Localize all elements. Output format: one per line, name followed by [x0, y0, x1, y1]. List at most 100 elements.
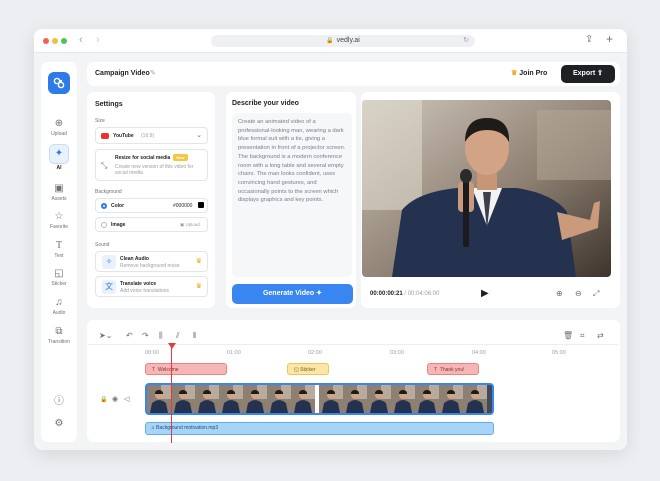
clean-audio-option[interactable]: ✧ Clean Audio Remove background noise ♛: [95, 251, 208, 272]
magic-wand-icon: ✦: [316, 290, 323, 297]
chevron-down-icon: ⌄: [196, 132, 202, 139]
crown-icon: ♛: [195, 283, 202, 290]
sidebar-item-sticker[interactable]: ◱ Sticker: [44, 268, 74, 287]
upload-icon: ⊕: [54, 118, 64, 129]
upload-image-link[interactable]: ▣ Upload: [180, 222, 200, 228]
image-icon: ▣: [180, 222, 185, 227]
image-icon: ▣: [54, 183, 64, 194]
resize-title-text: Resize for social media: [115, 155, 171, 161]
color-radio[interactable]: [101, 203, 107, 209]
reload-icon[interactable]: ↻: [463, 35, 469, 47]
translate-voice-option[interactable]: 文 Translate voice Add voice translations…: [95, 276, 208, 297]
info-icon: ⓘ: [54, 396, 64, 407]
back-arrow-icon[interactable]: ‹: [79, 34, 83, 46]
select-tool-icon[interactable]: ➤⌄: [99, 331, 112, 340]
split-icon[interactable]: ⫼: [159, 331, 163, 341]
align-icon[interactable]: ⦀: [193, 331, 197, 341]
sidebar-item-assets[interactable]: ▣ Assets: [44, 183, 74, 202]
time-separator: /: [404, 291, 407, 297]
size-select[interactable]: YouTube (16:9) ⌄: [95, 127, 208, 144]
text-clip-welcome[interactable]: T Welcome: [145, 363, 227, 375]
color-label: Color: [111, 203, 125, 209]
audio-file-name: Background motivation.mp3: [156, 425, 219, 431]
video-preview[interactable]: [362, 100, 611, 277]
redo-icon[interactable]: ↷: [142, 331, 149, 340]
playhead-line[interactable]: [171, 345, 172, 443]
magic-wand-icon: ✦: [49, 144, 69, 164]
crown-icon: ♛: [511, 70, 518, 77]
lock-icon[interactable]: 🔒: [100, 396, 107, 403]
undo-icon[interactable]: ↶: [126, 331, 133, 340]
resize-description: Create new version of this video for soc…: [115, 164, 194, 176]
video-description-textarea[interactable]: Create an animated video of a profession…: [232, 113, 352, 277]
sidebar-item-text[interactable]: T Text: [44, 240, 74, 259]
join-pro-label: Join Pro: [519, 70, 548, 77]
crop-icon[interactable]: ⌗: [580, 331, 585, 341]
close-window-button[interactable]: [43, 38, 49, 44]
sticker-clip[interactable]: ◱ Sticker: [287, 363, 329, 375]
sticker-icon: ◱: [294, 367, 299, 373]
eye-icon[interactable]: ◉: [112, 395, 118, 403]
editor-header: Campaign Video ✎ ♛ Join Pro Export ⇪: [87, 62, 620, 86]
sidebar-item-label: Sticker: [51, 281, 67, 287]
color-hex-value[interactable]: #000000: [173, 203, 192, 209]
playhead-handle[interactable]: [168, 343, 176, 349]
text-icon: T: [55, 240, 63, 251]
clip-label: Sticker: [300, 367, 316, 373]
tool-sidebar: ⊕ Upload ✦ AI ▣ Assets ☆ Favorite T Text…: [41, 62, 77, 442]
translate-voice-description: Add voice translations: [120, 288, 169, 294]
translate-icon: 文: [102, 280, 116, 294]
minimize-window-button[interactable]: [52, 38, 58, 44]
color-swatch[interactable]: [198, 202, 204, 208]
resize-social-card[interactable]: ⤡ Resize for social media New Create new …: [95, 149, 208, 181]
ruler-tick: 01:00: [227, 350, 241, 356]
join-pro-button[interactable]: ♛ Join Pro: [511, 69, 547, 77]
clean-audio-description: Remove background noise: [120, 263, 180, 269]
sidebar-item-audio[interactable]: ♫ Audio: [44, 297, 74, 316]
generate-video-button[interactable]: Generate Video ✦: [232, 284, 353, 304]
zoom-out-button[interactable]: ⊖: [575, 289, 582, 298]
audio-track-clip[interactable]: ♫ Background motivation.mp3: [145, 422, 494, 435]
edit-title-icon[interactable]: ✎: [150, 69, 156, 77]
sidebar-item-transition[interactable]: ⧉ Transition: [44, 326, 74, 345]
info-button[interactable]: ⓘ: [44, 396, 74, 408]
video-track-clip[interactable]: [145, 383, 494, 415]
export-label: Export: [573, 70, 596, 77]
settings-title: Settings: [95, 101, 123, 108]
maximize-window-button[interactable]: [61, 38, 67, 44]
url-text: vedly.ai: [336, 37, 360, 44]
app-logo[interactable]: [48, 72, 70, 94]
lock-icon: 🔒: [326, 38, 334, 44]
new-tab-icon[interactable]: +: [606, 32, 613, 46]
sidebar-item-label: Favorite: [49, 224, 69, 230]
sidebar-item-upload[interactable]: ⊕ Upload: [44, 118, 74, 137]
text-clip-thank-you[interactable]: T Thank you!: [427, 363, 479, 375]
forward-arrow-icon[interactable]: ›: [96, 34, 100, 46]
replace-icon[interactable]: ⇄: [597, 331, 604, 340]
settings-button[interactable]: ⚙: [44, 418, 74, 430]
trim-icon[interactable]: ⫽: [176, 331, 180, 341]
logo-icon: [53, 77, 65, 89]
background-color-option[interactable]: Color #000000: [95, 198, 208, 213]
text-icon: T: [434, 367, 438, 373]
zoom-in-button[interactable]: ⊕: [556, 289, 563, 298]
background-image-option[interactable]: Image ▣ Upload: [95, 217, 208, 232]
delete-icon[interactable]: 🗑: [563, 331, 573, 340]
total-time: 00:04:06:00: [407, 291, 440, 297]
fullscreen-button[interactable]: ⤢: [593, 289, 599, 299]
play-icon: ▶: [481, 288, 489, 299]
background-section-label: Background: [95, 189, 122, 195]
sidebar-item-ai[interactable]: ✦ AI: [44, 144, 74, 171]
address-bar[interactable]: 🔒 vedly.ai ↻: [211, 35, 475, 47]
image-label: Image: [111, 222, 126, 228]
play-button[interactable]: ▶: [481, 288, 489, 299]
sidebar-item-favorite[interactable]: ☆ Favorite: [44, 211, 74, 230]
export-button[interactable]: Export ⇪: [561, 65, 615, 83]
clean-audio-title: Clean Audio: [120, 256, 149, 262]
speaker-icon[interactable]: ◁: [124, 395, 129, 403]
sidebar-item-label: Transition: [48, 339, 70, 345]
browser-titlebar: ‹ › 🔒 vedly.ai ↻ ⇪ +: [34, 29, 627, 53]
image-radio[interactable]: [101, 222, 107, 228]
share-icon[interactable]: ⇪: [585, 34, 593, 45]
translate-voice-title: Translate voice: [120, 281, 157, 287]
